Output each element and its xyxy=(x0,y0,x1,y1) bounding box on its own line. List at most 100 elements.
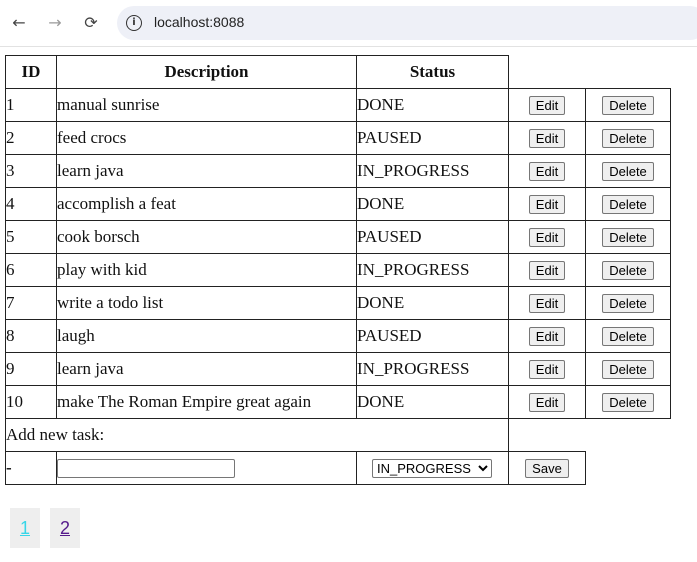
edit-cell: Edit xyxy=(508,154,586,188)
add-task-heading-row: Add new task: xyxy=(5,418,671,452)
delete-cell: Delete xyxy=(585,385,671,419)
edit-cell: Edit xyxy=(508,88,586,122)
table-row: 9 learn java IN_PROGRESS Edit Delete xyxy=(5,352,671,386)
delete-cell: Delete xyxy=(585,187,671,221)
delete-cell: Delete xyxy=(585,154,671,188)
edit-button[interactable]: Edit xyxy=(528,393,566,412)
delete-button[interactable]: Delete xyxy=(602,228,654,247)
forward-arrow-icon[interactable]: → xyxy=(44,11,66,33)
address-bar[interactable]: i localhost:8088 xyxy=(117,6,697,40)
browser-toolbar: ← → ⟳ i localhost:8088 xyxy=(0,0,697,47)
task-description: make The Roman Empire great again xyxy=(56,385,357,419)
table-row: 2 feed crocs PAUSED Edit Delete xyxy=(5,121,671,155)
edit-button[interactable]: Edit xyxy=(528,129,566,148)
edit-button[interactable]: Edit xyxy=(528,327,566,346)
new-task-status-select[interactable]: IN_PROGRESS xyxy=(372,459,492,478)
add-task-heading: Add new task: xyxy=(5,418,509,452)
table-header-row: ID Description Status xyxy=(5,55,671,89)
row-spacer xyxy=(586,452,671,485)
delete-button[interactable]: Delete xyxy=(602,360,654,379)
delete-cell: Delete xyxy=(585,286,671,320)
task-id: 3 xyxy=(5,154,57,188)
reload-icon[interactable]: ⟳ xyxy=(80,11,102,33)
table-row: 5 cook borsch PAUSED Edit Delete xyxy=(5,220,671,254)
task-description: play with kid xyxy=(56,253,357,287)
task-description: cook borsch xyxy=(56,220,357,254)
task-status: DONE xyxy=(356,187,509,221)
task-id: 1 xyxy=(5,88,57,122)
new-task-status-cell: IN_PROGRESS xyxy=(356,451,509,485)
delete-cell: Delete xyxy=(585,88,671,122)
delete-button[interactable]: Delete xyxy=(602,393,654,412)
task-status: PAUSED xyxy=(356,319,509,353)
add-task-form-row: - IN_PROGRESS Save xyxy=(5,451,671,485)
header-id: ID xyxy=(5,55,57,89)
task-id: 5 xyxy=(5,220,57,254)
page-link-1[interactable]: 1 xyxy=(10,508,40,548)
task-status: IN_PROGRESS xyxy=(356,253,509,287)
delete-button[interactable]: Delete xyxy=(602,96,654,115)
edit-button[interactable]: Edit xyxy=(528,96,566,115)
table-row: 7 write a todo list DONE Edit Delete xyxy=(5,286,671,320)
edit-cell: Edit xyxy=(508,253,586,287)
delete-cell: Delete xyxy=(585,352,671,386)
task-id: 9 xyxy=(5,352,57,386)
delete-cell: Delete xyxy=(585,253,671,287)
row-spacer xyxy=(586,419,671,452)
delete-button[interactable]: Delete xyxy=(602,261,654,280)
edit-cell: Edit xyxy=(508,187,586,221)
back-arrow-icon[interactable]: ← xyxy=(8,11,30,33)
delete-button[interactable]: Delete xyxy=(602,294,654,313)
page-link-2[interactable]: 2 xyxy=(50,508,80,548)
delete-cell: Delete xyxy=(585,319,671,353)
task-status: PAUSED xyxy=(356,121,509,155)
edit-button[interactable]: Edit xyxy=(528,228,566,247)
edit-cell: Edit xyxy=(508,286,586,320)
header-spacer xyxy=(509,56,586,89)
table-row: 4 accomplish a feat DONE Edit Delete xyxy=(5,187,671,221)
delete-button[interactable]: Delete xyxy=(602,195,654,214)
edit-button[interactable]: Edit xyxy=(528,162,566,181)
delete-cell: Delete xyxy=(585,121,671,155)
task-id: 10 xyxy=(5,385,57,419)
task-status: IN_PROGRESS xyxy=(356,154,509,188)
task-description: learn java xyxy=(56,154,357,188)
edit-cell: Edit xyxy=(508,121,586,155)
task-description: learn java xyxy=(56,352,357,386)
task-status: DONE xyxy=(356,88,509,122)
header-status: Status xyxy=(356,55,509,89)
pagination: 1 2 xyxy=(10,508,80,548)
task-rows: 1 manual sunrise DONE Edit Delete 2 feed crocs… xyxy=(5,88,671,419)
task-status: DONE xyxy=(356,286,509,320)
edit-cell: Edit xyxy=(508,352,586,386)
address-url[interactable]: localhost:8088 xyxy=(154,14,244,30)
edit-cell: Edit xyxy=(508,385,586,419)
task-id: 6 xyxy=(5,253,57,287)
new-task-id: - xyxy=(5,451,57,485)
header-description: Description xyxy=(56,55,357,89)
new-task-description-cell xyxy=(56,451,357,485)
tasks-table: ID Description Status 1 manual sunrise DON… xyxy=(5,55,671,485)
table-row: 8 laugh PAUSED Edit Delete xyxy=(5,319,671,353)
edit-button[interactable]: Edit xyxy=(528,360,566,379)
task-status: IN_PROGRESS xyxy=(356,352,509,386)
delete-button[interactable]: Delete xyxy=(602,327,654,346)
delete-cell: Delete xyxy=(585,220,671,254)
delete-button[interactable]: Delete xyxy=(602,129,654,148)
task-status: DONE xyxy=(356,385,509,419)
site-info-icon[interactable]: i xyxy=(126,15,142,31)
task-description: accomplish a feat xyxy=(56,187,357,221)
new-task-description-input[interactable] xyxy=(57,459,235,478)
save-button[interactable]: Save xyxy=(525,459,569,478)
header-spacer xyxy=(586,56,671,89)
delete-button[interactable]: Delete xyxy=(602,162,654,181)
edit-button[interactable]: Edit xyxy=(528,294,566,313)
new-task-save-cell: Save xyxy=(508,451,586,485)
row-spacer xyxy=(508,418,586,452)
edit-button[interactable]: Edit xyxy=(528,195,566,214)
table-row: 1 manual sunrise DONE Edit Delete xyxy=(5,88,671,122)
task-description: manual sunrise xyxy=(56,88,357,122)
edit-button[interactable]: Edit xyxy=(528,261,566,280)
task-status: PAUSED xyxy=(356,220,509,254)
task-id: 4 xyxy=(5,187,57,221)
